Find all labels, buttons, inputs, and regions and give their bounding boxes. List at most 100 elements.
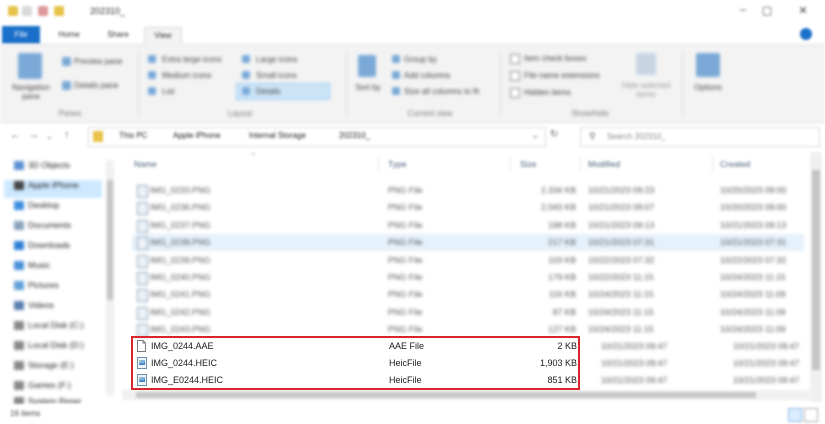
layout-list[interactable]: List [162,87,174,96]
column-header-size[interactable]: Size [520,159,537,169]
file-name: IMG_0237.PNG [150,219,211,230]
tab-file[interactable]: File [2,26,40,44]
options-button[interactable]: Options [690,83,726,92]
highlight-box [131,336,580,390]
size-all-columns-button[interactable]: Size all columns to fit [404,87,479,96]
search-input[interactable]: ⚲ Search 202310_ [580,127,820,147]
layout-extra-large-icons[interactable]: Extra large icons [162,55,222,64]
file-type: PNG File [388,219,423,230]
details-pane-button[interactable]: Details pane [74,81,118,90]
sort-chevron-icon: ⌃ [250,152,257,161]
vertical-scrollbar-thumb[interactable] [812,170,820,370]
refresh-icon[interactable]: ↻ [550,129,558,140]
png-file-icon [137,254,148,268]
table-row[interactable]: IMG_0241.PNG PNG File 116 KB 10/24/2023 11:… [132,286,804,303]
list-icon [148,87,156,95]
file-type: PNG File [388,185,423,195]
nav-item-apple-iphone[interactable]: Apple iPhone [28,176,79,194]
nav-item-music[interactable]: Music [28,256,50,274]
breadcrumb-current-folder[interactable]: 202310_ [339,131,370,140]
vertical-scrollbar[interactable] [810,152,822,402]
properties-icon[interactable] [22,6,32,16]
help-icon[interactable] [800,28,812,40]
table-row[interactable]: IMG_0233.PNG PNG File 2,334 KB 10/21/2023 0… [132,182,804,199]
maximize-button[interactable]: ▢ [752,4,782,17]
column-divider[interactable] [378,156,379,172]
layout-details[interactable]: Details [256,87,280,96]
group-by-button[interactable]: Group by [404,55,437,64]
column-divider[interactable] [510,156,511,172]
table-row[interactable]: IMG_0237.PNG PNG File 198 KB 10/21/2023 09:… [132,217,804,234]
preview-pane-button[interactable]: Preview pane [74,57,122,66]
table-row[interactable]: IMG_0240.PNG PNG File 179 KB 10/22/2023 11:… [132,269,804,286]
chevron-down-icon[interactable]: ⌄ [531,130,539,141]
nav-item-storage-e[interactable]: Storage (E:) [28,356,74,374]
forward-arrow-icon[interactable]: → [28,129,39,141]
back-arrow-icon[interactable]: ← [10,129,21,141]
nav-item-3d-objects[interactable]: 3D Objects [28,156,70,174]
horizontal-scrollbar[interactable] [122,390,810,400]
file-type: PNG File [388,306,423,317]
details-icon [242,87,250,95]
column-header-created[interactable]: Created [720,159,750,169]
drive-icon [14,321,24,330]
large-icons-view-button[interactable] [804,408,818,422]
table-row[interactable]: IMG_0242.PNG PNG File 87 KB 10/24/2023 11:1… [132,304,804,321]
desktop-icon [14,201,24,210]
column-header-name[interactable]: Name [134,159,157,169]
hidden-items-checkbox[interactable] [510,88,520,98]
tab-view[interactable]: View [144,27,182,44]
file-created: 10/21/2023 09:47 [733,341,800,351]
nav-item-local-disk-d[interactable]: Local Disk (D:) [28,336,84,354]
new-folder-icon[interactable] [54,6,64,16]
breadcrumb-this-pc[interactable]: This PC [119,131,147,140]
close-button[interactable]: ✕ [788,4,818,17]
nav-item-downloads[interactable]: Downloads [28,236,70,254]
png-file-icon [137,272,148,285]
column-divider[interactable] [712,156,713,172]
recent-locations-icon[interactable]: ⌄ [46,132,53,141]
column-divider[interactable] [580,156,581,172]
file-size: 198 KB [548,219,576,230]
nav-item-documents[interactable]: Documents [28,216,71,234]
nav-item-local-disk-c[interactable]: Local Disk (C:) [28,316,84,334]
file-type: PNG File [388,272,423,282]
hide-selected-button[interactable]: Hide selected items [618,81,674,99]
details-view-button[interactable] [788,408,802,422]
layout-medium-icons[interactable]: Medium icons [162,71,211,80]
group-label-show-hide: Show/hide [571,109,609,118]
breadcrumb-internal-storage[interactable]: Internal Storage [249,131,306,140]
up-arrow-icon[interactable]: ↑ [64,129,70,141]
column-header-type[interactable]: Type [388,159,406,169]
layout-small-icons[interactable]: Small icons [256,71,297,80]
nav-item-videos[interactable]: Videos [28,296,54,314]
layout-large-icons[interactable]: Large icons [256,55,297,64]
item-check-boxes-checkbox[interactable] [510,54,520,64]
group-label-current-view: Current view [407,109,453,118]
navigation-pane-button[interactable]: Navigation pane [4,83,58,101]
nav-item-pictures[interactable]: Pictures [28,276,59,294]
table-row[interactable]: IMG_0239.PNG PNG File 103 KB 10/22/2023 07:… [132,252,804,269]
folder-icon [93,131,103,142]
address-bar[interactable]: This PC Apple iPhone Internal Storage 20… [88,127,546,147]
add-columns-button[interactable]: Add columns [404,71,450,80]
table-row[interactable]: IMG_0236.PNG PNG File 2,043 KB 10/21/2023 0… [132,199,804,216]
item-count: 16 items [10,409,41,418]
breadcrumb-apple-iphone[interactable]: Apple iPhone [173,131,221,140]
documents-icon [14,221,24,230]
nav-scrollbar[interactable] [106,160,114,396]
file-created: 10/21/2023 09:47 [733,358,800,368]
sort-by-button[interactable]: Sort by [354,83,382,92]
file-name-extensions-checkbox[interactable] [510,71,520,81]
layout-details-selected[interactable] [236,83,330,100]
file-name: IMG_0236.PNG [150,202,211,213]
table-row[interactable]: IMG_0238.PNG PNG File 217 KB 10/21/2023 07:… [132,234,804,252]
nav-scrollbar-thumb[interactable] [107,180,113,300]
undo-icon[interactable] [38,6,48,16]
column-header-modified[interactable]: Modified [588,159,620,169]
nav-item-desktop[interactable]: Desktop [28,196,59,214]
png-file-icon [137,289,148,303]
tab-home[interactable]: Home [52,27,86,43]
horizontal-scrollbar-thumb[interactable] [136,392,756,398]
tab-share[interactable]: Share [100,27,136,43]
